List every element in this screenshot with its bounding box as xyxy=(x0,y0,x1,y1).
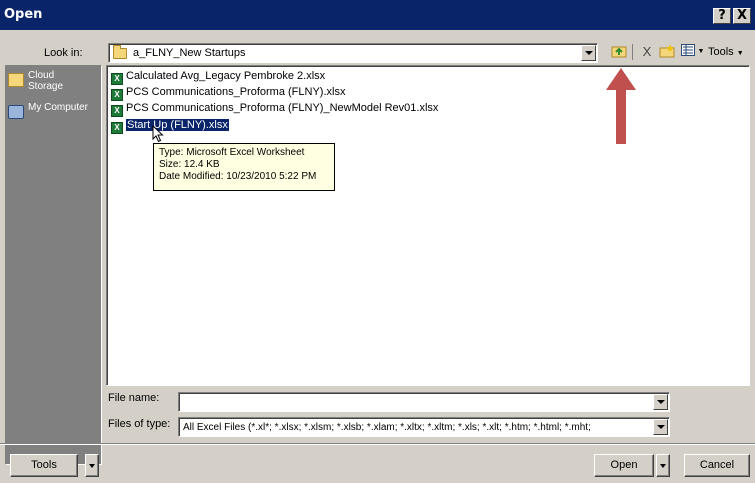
dialog-toolbar: X ▼ Tools ▼ xyxy=(608,42,753,62)
files-of-type-value: All Excel Files (*.xl*; *.xlsx; *.xlsm; … xyxy=(183,422,591,433)
place-label: My Computer xyxy=(28,102,89,113)
look-in-label: Look in: xyxy=(44,47,83,59)
list-item-selected[interactable]: X Start Up (FLNY).xlsx xyxy=(111,118,230,134)
close-button[interactable]: X xyxy=(733,8,751,24)
tooltip-modified: Date Modified: 10/23/2010 5:22 PM xyxy=(159,171,317,182)
annotation-arrow-icon xyxy=(606,68,636,144)
file-name-input[interactable] xyxy=(178,392,670,412)
views-chevron-down-icon[interactable]: ▼ xyxy=(697,44,705,60)
chevron-down-icon[interactable] xyxy=(653,394,668,410)
tools-menu-label: Tools xyxy=(708,46,734,58)
excel-file-icon: X xyxy=(111,105,123,117)
file-info-tooltip: Type: Microsoft Excel Worksheet Size: 12… xyxy=(153,143,335,191)
places-bar: Cloud Storage My Computer xyxy=(5,65,102,465)
tools-button[interactable]: Tools xyxy=(10,454,78,477)
file-name: Calculated Avg_Legacy Pembroke 2.xlsx xyxy=(126,70,326,82)
tools-chevron-down-icon[interactable] xyxy=(85,454,99,477)
tools-menu[interactable]: Tools ▼ xyxy=(708,44,748,60)
place-my-computer[interactable]: My Computer xyxy=(8,102,98,132)
excel-file-icon: X xyxy=(111,122,123,134)
tooltip-type: Type: Microsoft Excel Worksheet xyxy=(159,147,305,158)
list-item[interactable]: X PCS Communications_Proforma (FLNY).xlsx xyxy=(111,85,346,101)
excel-file-icon: X xyxy=(111,89,123,101)
dialog-title: Open xyxy=(4,7,43,22)
tools-chevron-down-icon: ▼ xyxy=(736,50,744,57)
place-label: Cloud Storage xyxy=(28,70,64,92)
look-in-value: a_FLNY_New Startups xyxy=(133,47,246,59)
file-name: Start Up (FLNY).xlsx xyxy=(125,118,230,132)
toolbar-separator xyxy=(632,44,635,60)
excel-file-icon: X xyxy=(111,73,123,85)
files-of-type-label: Files of type: xyxy=(108,418,171,430)
file-name: PCS Communications_Proforma (FLNY).xlsx xyxy=(126,86,346,98)
look-in-dropdown[interactable]: a_FLNY_New Startups xyxy=(108,43,598,63)
files-of-type-dropdown[interactable]: All Excel Files (*.xl*; *.xlsx; *.xlsm; … xyxy=(178,417,670,437)
tooltip-size: Size: 12.4 KB xyxy=(159,159,220,170)
open-options-chevron-down-icon[interactable] xyxy=(656,454,670,477)
chevron-down-icon[interactable] xyxy=(653,419,668,435)
chevron-down-icon[interactable] xyxy=(581,45,596,61)
views-icon[interactable] xyxy=(680,44,696,60)
up-folder-icon[interactable] xyxy=(610,44,628,60)
delete-icon[interactable]: X xyxy=(640,44,654,60)
list-item[interactable]: X PCS Communications_Proforma (FLNY)_NewM… xyxy=(111,101,439,117)
cancel-button[interactable]: Cancel xyxy=(684,454,750,477)
open-button[interactable]: Open xyxy=(594,454,654,477)
folder-icon xyxy=(113,45,127,59)
help-button[interactable]: ? xyxy=(713,8,731,24)
file-name: PCS Communications_Proforma (FLNY)_NewMo… xyxy=(126,102,439,114)
title-bar: Open ? X xyxy=(0,0,755,30)
file-list[interactable]: X Calculated Avg_Legacy Pembroke 2.xlsx X… xyxy=(106,65,750,386)
cloud-storage-folder-icon xyxy=(8,73,24,87)
file-name-label: File name: xyxy=(108,392,160,404)
my-computer-icon xyxy=(8,105,24,119)
divider xyxy=(0,443,755,445)
open-button-label: Open xyxy=(610,459,638,471)
list-item[interactable]: X Calculated Avg_Legacy Pembroke 2.xlsx xyxy=(111,69,326,85)
place-cloud-storage[interactable]: Cloud Storage xyxy=(8,70,98,100)
new-folder-icon[interactable] xyxy=(658,44,676,60)
